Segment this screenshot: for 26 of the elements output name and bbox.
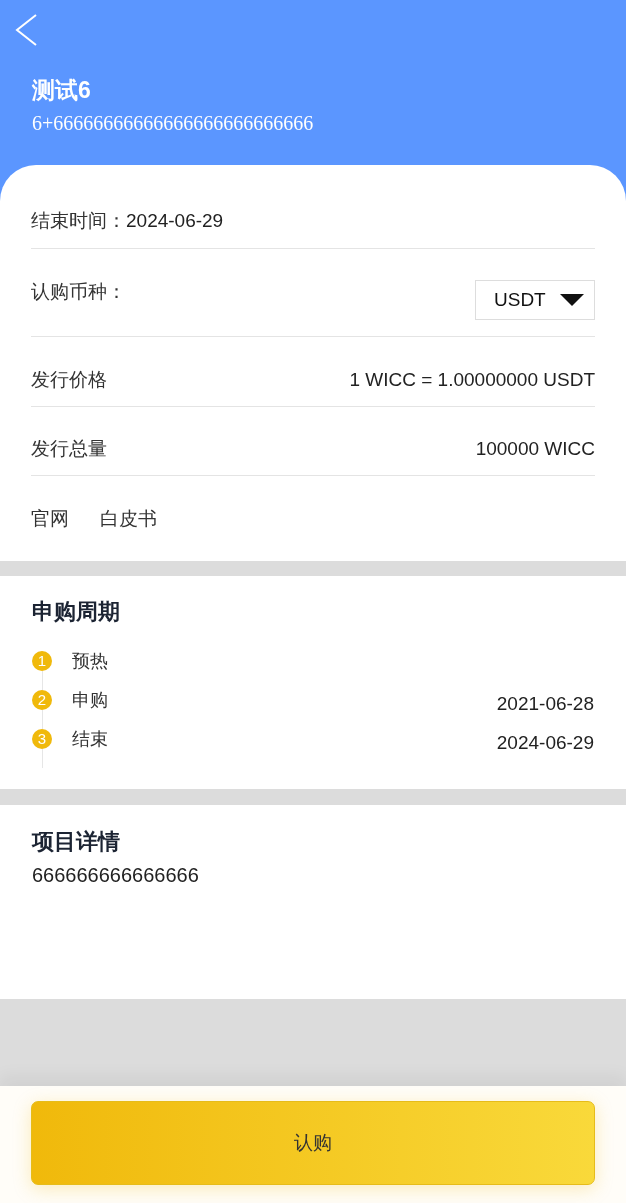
project-title: 测试6	[32, 76, 91, 104]
end-time-value: 2024-06-29	[126, 208, 224, 233]
step-date: 2021-06-28	[496, 694, 594, 714]
website-link[interactable]: 官网	[31, 506, 69, 531]
end-time-label: 结束时间：	[31, 208, 126, 233]
step-label: 申购	[72, 690, 108, 710]
subscribe-button[interactable]: 认购	[31, 1101, 595, 1185]
step-number: 1	[32, 651, 52, 671]
section-title: 项目详情	[32, 830, 120, 854]
caret-down-icon	[560, 294, 584, 306]
currency-label: 认购币种：	[31, 280, 126, 304]
whitepaper-link[interactable]: 白皮书	[100, 506, 157, 531]
step-number: 3	[32, 729, 52, 749]
back-icon[interactable]	[15, 14, 37, 46]
step-label: 预热	[72, 651, 108, 671]
details-text: 666666666666666	[32, 863, 199, 887]
info-value: 1 WICC = 1.00000000 USDT	[349, 367, 595, 392]
info-label: 发行价格	[31, 367, 107, 392]
info-label: 发行总量	[31, 437, 107, 461]
step-label: 结束	[72, 729, 108, 749]
step-date: 2024-06-29	[496, 733, 594, 753]
step-number: 2	[32, 690, 52, 710]
section-title: 申购周期	[32, 600, 120, 624]
currency-select[interactable]: USDT	[475, 280, 595, 320]
project-subtitle: 6+66666666666666666666666666	[32, 111, 314, 135]
info-value: 100000 WICC	[475, 437, 595, 461]
